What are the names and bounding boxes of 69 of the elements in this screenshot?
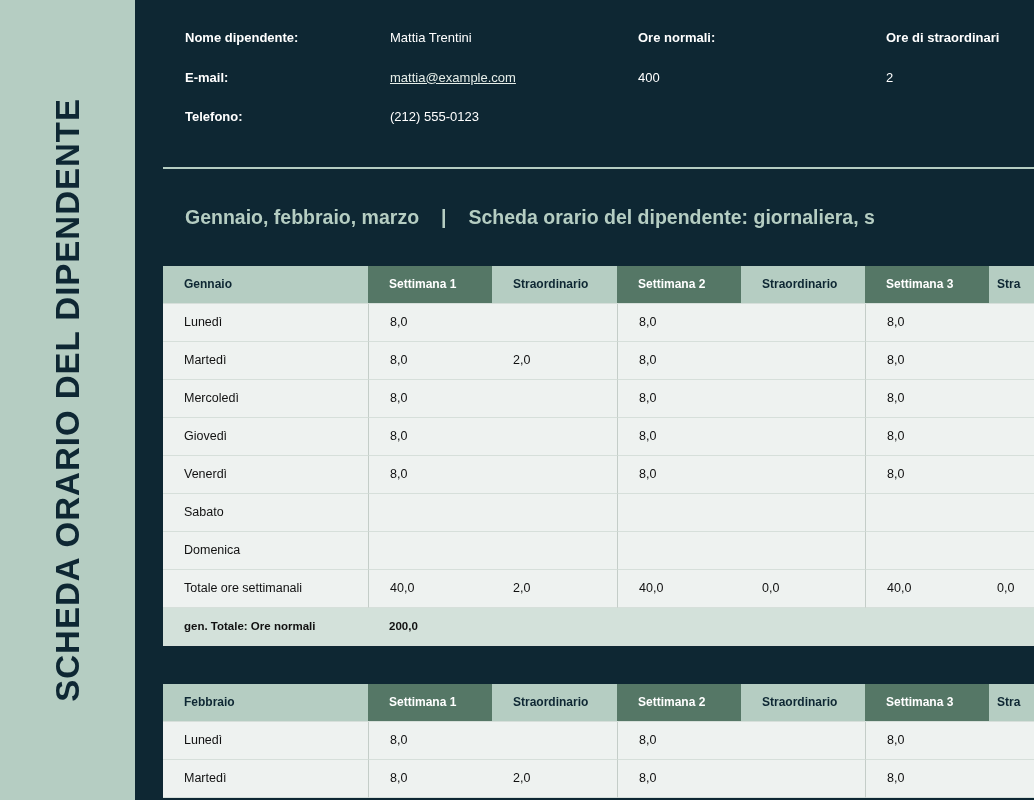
table-cell: 8,0: [617, 417, 741, 456]
table-cell: 8,0: [617, 379, 741, 418]
column-header: Settimana 3: [865, 265, 989, 304]
heading-separator: |: [441, 204, 447, 230]
table-cell: 8,0: [865, 455, 989, 494]
column-header: Straordinario: [741, 265, 865, 304]
column-header: Gennaio: [163, 265, 368, 304]
table-cell: 8,0: [368, 341, 492, 380]
field-value: (212) 555-0123: [390, 108, 480, 126]
column-header: Febbraio: [163, 683, 368, 722]
hours-label: Ore normali:: [638, 29, 717, 47]
column-header: Settimana 2: [617, 683, 741, 722]
field-value: Mattia Trentini: [390, 29, 473, 47]
column-header: Settimana 2: [617, 265, 741, 304]
table-cell: 8,0: [617, 341, 741, 380]
email-link[interactable]: mattia@example.com: [390, 69, 516, 85]
column-header: Stra: [989, 265, 1034, 304]
row-label: Totale ore settimanali: [163, 569, 368, 608]
column-header: Settimana 3: [865, 683, 989, 722]
section-heading: Gennaio, febbraio, marzo: [185, 204, 420, 230]
hours-label: Ore di straordinari: [886, 29, 1001, 47]
column-header: Straordinario: [492, 265, 617, 304]
column-header: Settimana 1: [368, 265, 492, 304]
field-label: Telefono:: [185, 108, 244, 126]
column-header: Straordinario: [741, 683, 865, 722]
hours-value: 2: [886, 68, 895, 87]
field-label: E-mail:: [185, 68, 230, 87]
row-label: Lunedì: [163, 721, 368, 760]
column-header: Straordinario: [492, 683, 617, 722]
row-label: Venerdì: [163, 455, 368, 494]
row-label: Domenica: [163, 531, 368, 570]
table-cell: 8,0: [865, 303, 989, 342]
table-cell: 200,0: [368, 607, 1034, 646]
table-cell: 8,0: [617, 759, 741, 798]
table-cell: 8,0: [368, 417, 492, 456]
table-cell: 8,0: [617, 721, 741, 760]
table-cell: 8,0: [368, 379, 492, 418]
table-cell: 2,0: [492, 569, 617, 608]
row-label: Mercoledì: [163, 379, 368, 418]
field-label: Nome dipendente:: [185, 29, 300, 47]
table-cell: 8,0: [368, 303, 492, 342]
table-cell: 8,0: [865, 759, 989, 798]
table-cell: 8,0: [865, 379, 989, 418]
table-cell: 40,0: [617, 569, 741, 608]
table-cell: 8,0: [368, 759, 492, 798]
table-cell: 8,0: [368, 721, 492, 760]
row-label: Martedì: [163, 341, 368, 380]
row-label: Martedì: [163, 759, 368, 798]
table-cell: 8,0: [617, 455, 741, 494]
table-cell: 2,0: [492, 341, 617, 380]
table-cell: 8,0: [865, 417, 989, 456]
table-cell: 8,0: [617, 303, 741, 342]
column-header: Stra: [989, 683, 1034, 722]
table-cell: 2,0: [492, 759, 617, 798]
row-label: Giovedì: [163, 417, 368, 456]
sidebar-title: SCHEDA ORARIO DEL DIPENDENTE: [47, 98, 87, 702]
row-label: Lunedì: [163, 303, 368, 342]
row-label: Sabato: [163, 493, 368, 532]
table-cell: 8,0: [865, 721, 989, 760]
section-subtitle: Scheda orario del dipendente: giornaliera, s: [468, 204, 875, 230]
table-cell: 8,0: [368, 455, 492, 494]
column-header: Settimana 1: [368, 683, 492, 722]
table-cell: 0,0: [741, 569, 865, 608]
row-label: gen. Totale: Ore normali: [163, 607, 368, 646]
table-cell: 40,0: [368, 569, 492, 608]
table-cell: 8,0: [865, 341, 989, 380]
table-cell: 0,0: [989, 569, 1034, 608]
hours-value: 400: [638, 68, 661, 87]
table-cell: 40,0: [865, 569, 989, 608]
